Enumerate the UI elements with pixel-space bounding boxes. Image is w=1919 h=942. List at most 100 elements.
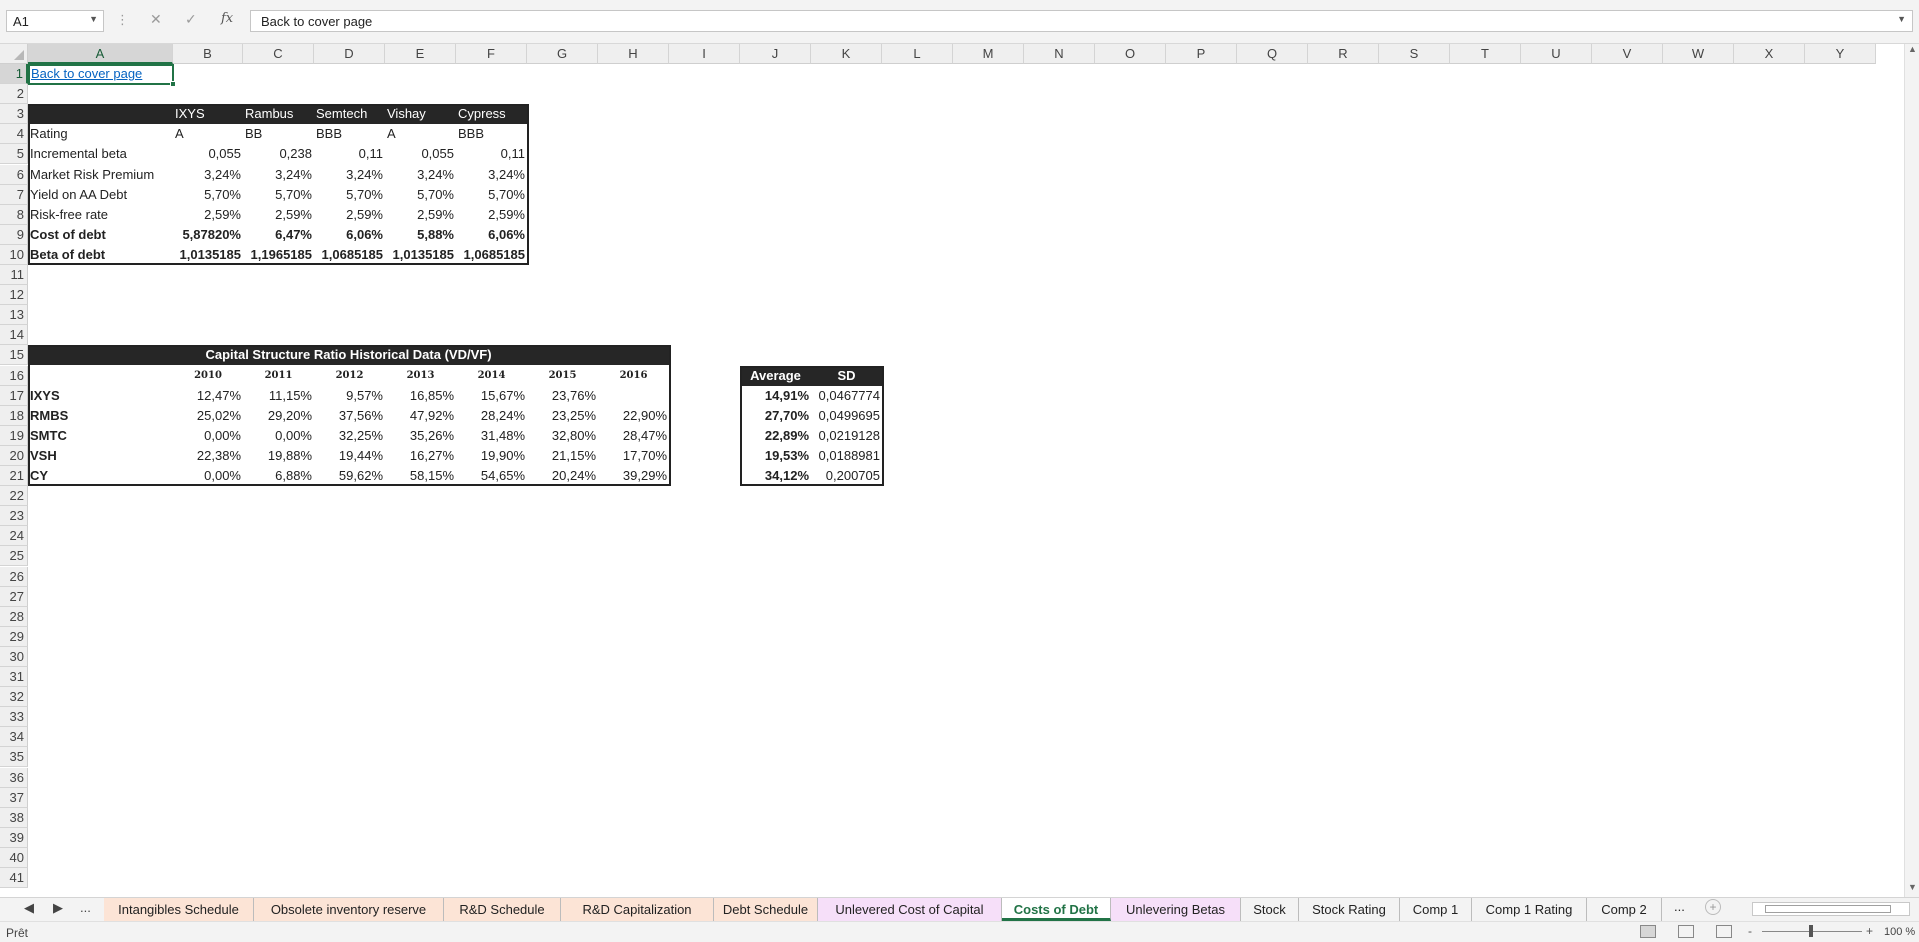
ratio-cell[interactable]: 12,47%: [173, 386, 243, 406]
debt-value-cell[interactable]: 0,11: [456, 144, 527, 164]
year-header[interactable]: 2010: [173, 366, 243, 386]
year-header[interactable]: 2012: [314, 366, 385, 386]
add-sheet-icon[interactable]: +: [1705, 899, 1721, 915]
debt-value-cell[interactable]: 1,0135185: [173, 245, 243, 265]
debt-value-cell[interactable]: 3,24%: [173, 165, 243, 185]
sheet-tab[interactable]: Comp 1 Rating: [1472, 898, 1587, 921]
row-header-27[interactable]: 27: [0, 586, 28, 607]
column-header-d[interactable]: D: [314, 44, 385, 64]
ratio-cell[interactable]: 19,88%: [243, 446, 314, 466]
chevron-down-icon[interactable]: ▼: [89, 14, 98, 24]
debt-row-label[interactable]: Beta of debt: [28, 245, 173, 265]
ratio-cell[interactable]: 32,25%: [314, 426, 385, 446]
sd-cell[interactable]: 0,0188981: [811, 446, 882, 466]
column-header-w[interactable]: W: [1663, 44, 1734, 64]
zoom-slider-thumb[interactable]: [1809, 925, 1813, 937]
debt-company-header[interactable]: Vishay: [385, 104, 456, 125]
sheet-tab[interactable]: Unlevered Cost of Capital: [818, 898, 1002, 921]
sd-cell[interactable]: 0,0467774: [811, 386, 882, 406]
debt-value-cell[interactable]: 3,24%: [314, 165, 385, 185]
debt-value-cell[interactable]: 5,70%: [173, 185, 243, 205]
ratio-cell[interactable]: 22,38%: [173, 446, 243, 466]
debt-company-header[interactable]: Cypress: [456, 104, 527, 125]
debt-value-cell[interactable]: 1,1965185: [243, 245, 314, 265]
column-header-n[interactable]: N: [1024, 44, 1095, 64]
ratio-cell[interactable]: 11,15%: [243, 386, 314, 406]
ratio-cell[interactable]: 59,62%: [314, 466, 385, 486]
column-header-u[interactable]: U: [1521, 44, 1592, 64]
capital-table-title[interactable]: Capital Structure Ratio Historical Data …: [28, 345, 669, 366]
average-cell[interactable]: 14,91%: [740, 386, 811, 406]
ratio-cell[interactable]: 0,00%: [173, 466, 243, 486]
sheet-tab[interactable]: Comp 2: [1587, 898, 1662, 921]
row-header-32[interactable]: 32: [0, 687, 28, 708]
year-header[interactable]: 2011: [243, 366, 314, 386]
year-header[interactable]: 2015: [527, 366, 598, 386]
debt-value-cell[interactable]: 5,70%: [243, 185, 314, 205]
page-layout-icon[interactable]: [1678, 925, 1694, 938]
more-sheets-right[interactable]: ...: [1674, 899, 1685, 914]
spreadsheet-grid[interactable]: ABCDEFGHIJKLMNOPQRSTUVWXY 1 2 3 4 5 6 7 8 9 10 11 1…: [0, 44, 1904, 897]
ratio-cell[interactable]: 9,57%: [314, 386, 385, 406]
average-header[interactable]: Average: [740, 365, 811, 386]
row-header-9[interactable]: 9: [0, 224, 28, 245]
ratio-cell[interactable]: 35,26%: [385, 426, 456, 446]
row-header-4[interactable]: 4: [0, 124, 28, 145]
debt-value-cell[interactable]: 1,0135185: [385, 245, 456, 265]
company-ticker[interactable]: VSH: [28, 446, 173, 466]
sheet-tab[interactable]: R&D Schedule: [444, 898, 561, 921]
company-ticker[interactable]: IXYS: [28, 386, 173, 406]
row-header-3[interactable]: 3: [0, 104, 28, 125]
company-ticker[interactable]: RMBS: [28, 406, 173, 426]
column-header-j[interactable]: J: [740, 44, 811, 64]
ratio-cell[interactable]: 17,70%: [598, 446, 669, 466]
row-header-23[interactable]: 23: [0, 506, 28, 527]
horizontal-scrollbar[interactable]: [1752, 902, 1910, 916]
debt-value-cell[interactable]: 6,47%: [243, 225, 314, 245]
ratio-cell[interactable]: 25,02%: [173, 406, 243, 426]
column-header-o[interactable]: O: [1095, 44, 1166, 64]
sheet-tab[interactable]: Stock Rating: [1299, 898, 1400, 921]
sheet-tab[interactable]: Unlevering Betas: [1111, 898, 1241, 921]
page-break-icon[interactable]: [1716, 925, 1732, 938]
vertical-scrollbar[interactable]: ▲ ▼: [1904, 44, 1919, 897]
zoom-out-button[interactable]: -: [1748, 924, 1752, 938]
debt-row-label[interactable]: Market Risk Premium: [28, 165, 173, 185]
row-header-40[interactable]: 40: [0, 847, 28, 868]
expand-formula-icon[interactable]: ▼: [1897, 14, 1906, 24]
debt-value-cell[interactable]: 3,24%: [385, 165, 456, 185]
name-box[interactable]: A1 ▼: [6, 10, 104, 32]
ratio-cell[interactable]: 19,90%: [456, 446, 527, 466]
column-header-r[interactable]: R: [1308, 44, 1379, 64]
row-header-30[interactable]: 30: [0, 646, 28, 667]
average-cell[interactable]: 34,12%: [740, 466, 811, 486]
prev-sheet-icon[interactable]: ◀: [24, 900, 34, 916]
year-header[interactable]: 2013: [385, 366, 456, 386]
more-options-icon[interactable]: ⋮: [116, 12, 129, 28]
sd-cell[interactable]: 0,0499695: [811, 406, 882, 426]
debt-company-header[interactable]: IXYS: [173, 104, 243, 125]
column-header-g[interactable]: G: [527, 44, 598, 64]
row-header-37[interactable]: 37: [0, 787, 28, 808]
row-header-11[interactable]: 11: [0, 265, 28, 285]
back-to-cover-link[interactable]: Back to cover page: [28, 64, 173, 84]
average-cell[interactable]: 22,89%: [740, 426, 811, 446]
debt-value-cell[interactable]: 3,24%: [456, 165, 527, 185]
sd-cell[interactable]: 0,0219128: [811, 426, 882, 446]
sheet-tab[interactable]: Comp 1: [1400, 898, 1472, 921]
debt-row-label[interactable]: Incremental beta: [28, 144, 173, 164]
horizontal-scroll-thumb[interactable]: [1765, 905, 1891, 913]
row-header-34[interactable]: 34: [0, 727, 28, 748]
cancel-icon[interactable]: ✕: [150, 11, 162, 28]
column-header-i[interactable]: I: [669, 44, 740, 64]
debt-value-cell[interactable]: 2,59%: [314, 205, 385, 225]
column-header-s[interactable]: S: [1379, 44, 1450, 64]
row-header-22[interactable]: 22: [0, 486, 28, 507]
row-header-18[interactable]: 18: [0, 405, 28, 426]
row-header-14[interactable]: 14: [0, 325, 28, 346]
debt-value-cell[interactable]: 0,238: [243, 144, 314, 164]
ratio-cell[interactable]: 22,90%: [598, 406, 669, 426]
row-header-28[interactable]: 28: [0, 606, 28, 627]
ratio-cell[interactable]: 16,27%: [385, 446, 456, 466]
year-header[interactable]: 2014: [456, 366, 527, 386]
